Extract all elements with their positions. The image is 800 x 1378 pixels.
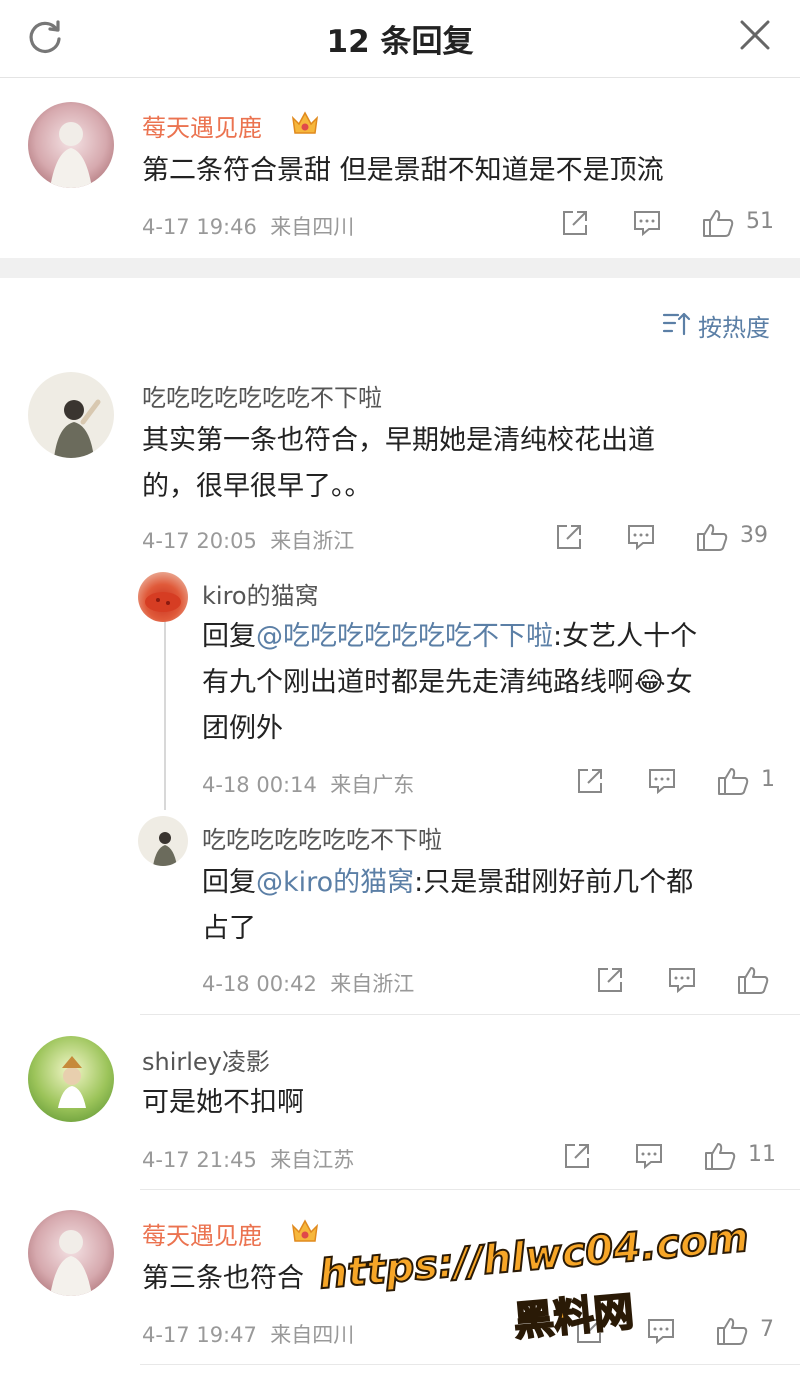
reply-button[interactable]: [632, 206, 666, 240]
comment-icon: [628, 525, 654, 551]
username[interactable]: 莓天遇见鹿: [142, 1216, 262, 1251]
timestamp: 4-18 00:14: [202, 773, 317, 797]
share-icon: [565, 1144, 589, 1168]
reply-body: 女: [665, 667, 693, 698]
reply-text-line: 团例外: [202, 713, 283, 744]
comment-actions: 11: [562, 1139, 792, 1173]
comment-meta: 4-17 19:47 来自四川: [142, 1319, 354, 1349]
timestamp: 4-17 19:47: [142, 1323, 257, 1347]
reply-body: :只是景甜刚好前几个都: [414, 867, 694, 898]
reply-button[interactable]: [634, 1139, 668, 1173]
like-button[interactable]: 51: [702, 206, 792, 240]
reply-button[interactable]: [647, 764, 681, 798]
reply-text-line: 有九个刚出道时都是先走清纯路线啊😂女: [202, 660, 782, 706]
timestamp: 4-17 19:46: [142, 215, 257, 239]
thumbs-up-icon: [703, 210, 734, 237]
share-button[interactable]: [560, 206, 594, 240]
comment-icon: [636, 1144, 662, 1170]
like-button[interactable]: 11: [704, 1139, 794, 1173]
section-separator: [0, 258, 800, 278]
comment-text: 可是她不扣啊: [142, 1087, 304, 1118]
watermark-url: https://hlwc04.com: [316, 1214, 751, 1299]
thread-line: [164, 620, 166, 810]
comment-meta: 4-17 21:45 来自江苏: [142, 1144, 354, 1174]
thumbs-up-icon: [738, 967, 769, 994]
comment-icon: [634, 211, 660, 237]
like-count: 1: [761, 767, 775, 792]
reply-text: 回复@kiro的猫窝:只是景甜刚好前几个都 占了: [202, 860, 782, 952]
like-button[interactable]: 1: [717, 764, 787, 798]
location: 来自广东: [330, 773, 415, 797]
laugh-cry-emoji-icon: 😂: [634, 667, 666, 698]
username[interactable]: 吃吃吃吃吃吃吃不下啦: [202, 820, 442, 855]
reply-body: 有九个刚出道时都是先走清纯路线啊: [202, 667, 634, 698]
comment-text-line: 其实第一条也符合，早期她是清纯校花出道: [142, 425, 655, 456]
timestamp: 4-18 00:42: [202, 972, 317, 996]
share-button[interactable]: [554, 520, 588, 554]
username[interactable]: 莓天遇见鹿: [142, 108, 262, 143]
avatar[interactable]: [28, 1210, 114, 1296]
reply-text-line: 回复@kiro的猫窝:只是景甜刚好前几个都: [202, 860, 782, 906]
comment-text: 第二条符合景甜 但是景甜不知道是不是顶流: [142, 155, 664, 186]
comment-item: 莓天遇见鹿 第二条符合景甜 但是景甜不知道是不是顶流 4-17 19:46 来自…: [0, 0, 800, 258]
comment-icon: [649, 769, 675, 795]
username[interactable]: kiro的猫窝: [202, 576, 319, 611]
timestamp: 4-17 20:05: [142, 529, 257, 553]
comment-actions: 39: [554, 520, 784, 554]
comment-icon: [669, 968, 695, 994]
like-button[interactable]: 39: [696, 520, 786, 554]
comment-meta: 4-17 20:05 来自浙江: [142, 525, 354, 555]
reply-button[interactable]: [626, 520, 660, 554]
watermark-label: 黑料网: [511, 1288, 637, 1346]
avatar[interactable]: [28, 102, 114, 188]
location: 来自浙江: [330, 972, 415, 996]
comment-actions: 1: [575, 764, 785, 798]
thumbs-up-icon: [718, 768, 749, 795]
like-count: 39: [740, 523, 768, 548]
reply-text: 回复@吃吃吃吃吃吃吃不下啦:女艺人十个 有九个刚出道时都是先走清纯路线啊😂女 团…: [202, 614, 782, 752]
avatar[interactable]: [28, 372, 114, 458]
like-count: 51: [746, 209, 774, 234]
reply-prefix: 回复: [202, 621, 256, 652]
comment-actions: [595, 963, 785, 997]
like-button[interactable]: [737, 963, 777, 997]
comment-actions: 51: [560, 206, 790, 240]
reply-prefix: 回复: [202, 867, 256, 898]
timestamp: 4-17 21:45: [142, 1148, 257, 1172]
location: 来自江苏: [270, 1148, 355, 1172]
reply-button[interactable]: [667, 963, 701, 997]
location: 来自四川: [270, 215, 355, 239]
comment-text-line: 的，很早很早了。。: [142, 471, 372, 502]
reply-text-line: 占了: [202, 913, 256, 944]
reply-text-line: 回复@吃吃吃吃吃吃吃不下啦:女艺人十个: [202, 614, 782, 660]
avatar[interactable]: [138, 816, 188, 866]
mention-link[interactable]: @吃吃吃吃吃吃吃不下啦: [256, 621, 553, 652]
sort-label: 按热度: [698, 314, 770, 342]
share-icon: [563, 211, 587, 235]
comment-text: 其实第一条也符合，早期她是清纯校花出道 的，很早很早了。。: [142, 418, 782, 510]
comment-meta: 4-17 19:46 来自四川: [142, 211, 354, 241]
share-button[interactable]: [595, 963, 629, 997]
avatar[interactable]: [28, 1036, 114, 1122]
share-button[interactable]: [562, 1139, 596, 1173]
share-button[interactable]: [575, 764, 609, 798]
location: 来自浙江: [270, 529, 355, 553]
divider: [140, 1364, 800, 1365]
thumbs-up-icon: [705, 1143, 736, 1170]
divider: [140, 1014, 800, 1015]
share-icon: [578, 769, 602, 793]
share-icon: [598, 968, 622, 992]
like-count: 11: [748, 1142, 776, 1167]
thumbs-up-icon: [697, 524, 728, 551]
sort-icon: [662, 312, 691, 336]
mention-link[interactable]: @kiro的猫窝: [256, 867, 414, 898]
username[interactable]: 吃吃吃吃吃吃吃不下啦: [142, 378, 382, 413]
crown-badge-icon: [290, 108, 320, 138]
comment-meta: 4-18 00:42 来自浙江: [202, 968, 414, 998]
avatar[interactable]: [138, 572, 188, 622]
username[interactable]: shirley凌影: [142, 1042, 270, 1077]
share-icon: [557, 525, 581, 549]
comment-meta: 4-18 00:14 来自广东: [202, 769, 414, 799]
reply-body: :女艺人十个: [553, 621, 698, 652]
